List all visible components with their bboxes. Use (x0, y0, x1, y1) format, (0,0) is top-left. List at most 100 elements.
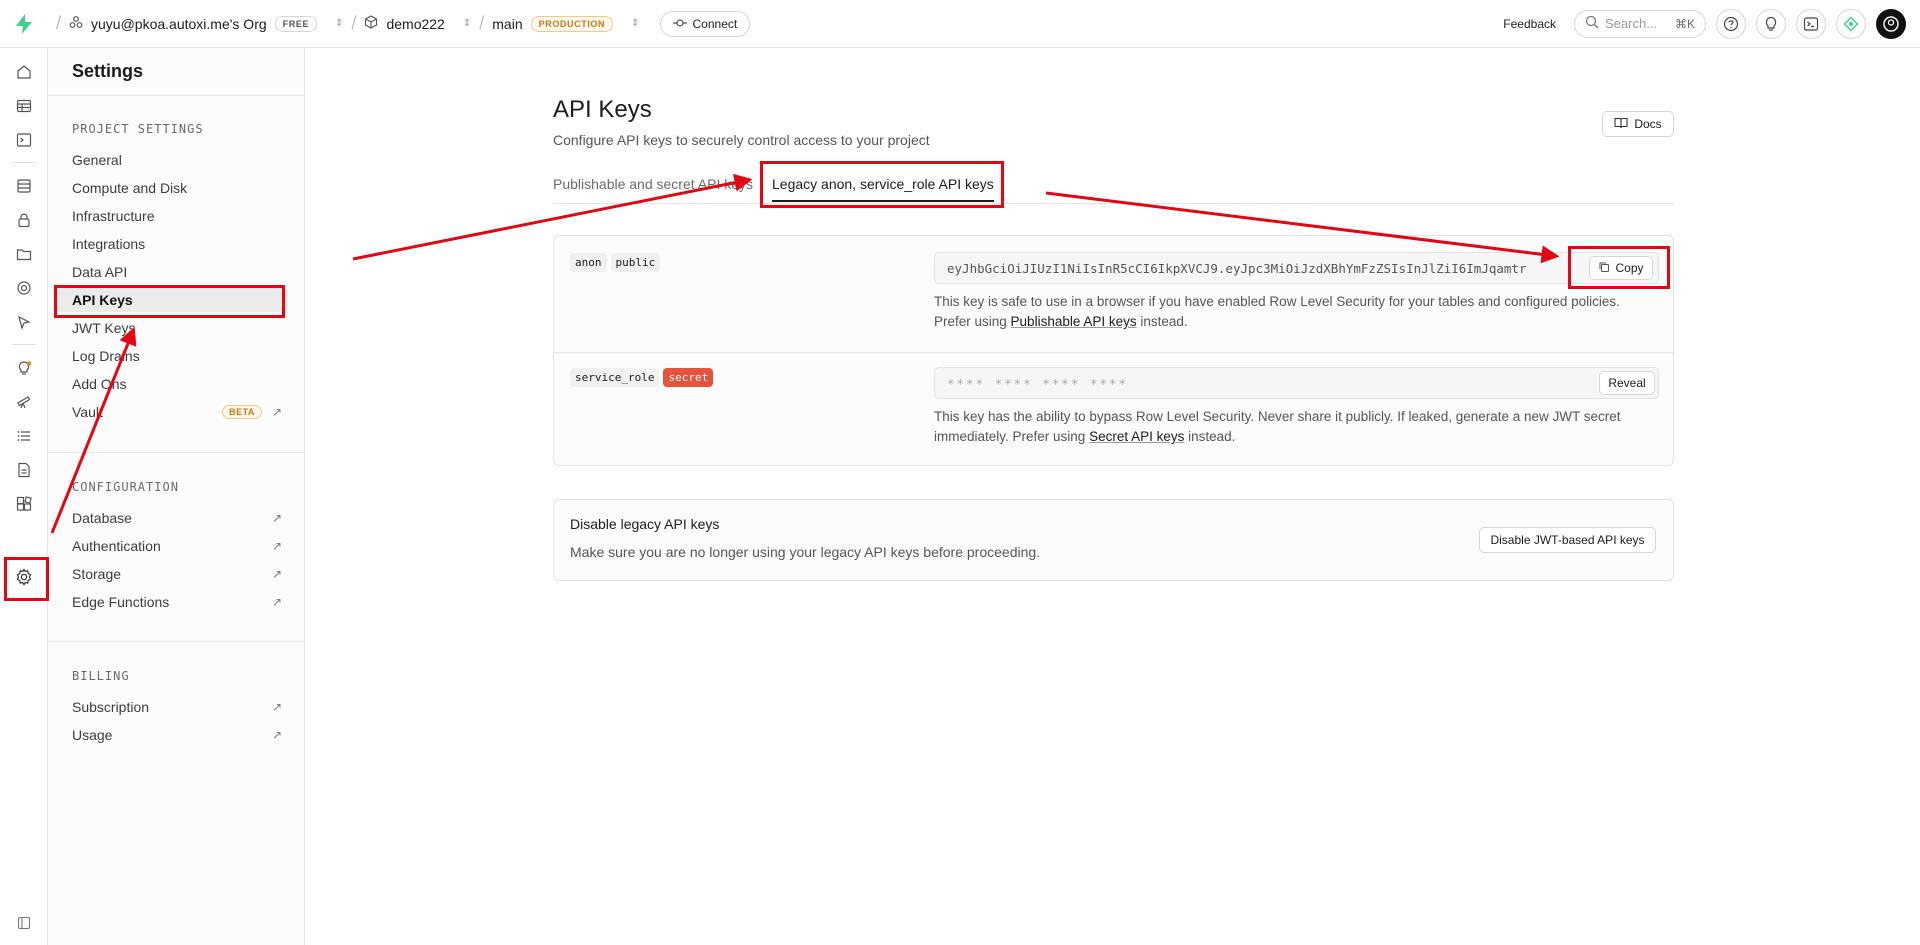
disable-legacy-card: Disable legacy API keys Make sure you ar… (553, 499, 1674, 581)
chevron-updown-icon[interactable]: ⇕ (335, 18, 343, 29)
service-role-key-field[interactable]: **** **** **** **** (934, 367, 1659, 399)
service-role-tag: service_role (570, 368, 660, 387)
api-keys-tabs: Publishable and secret API keys Legacy a… (553, 168, 1674, 204)
sidebar-item-data-api[interactable]: Data API (72, 260, 282, 284)
realtime-icon[interactable] (12, 276, 36, 300)
rail-divider (12, 162, 36, 163)
billing-heading: BILLING (72, 669, 130, 683)
docs-label: Docs (1634, 117, 1662, 131)
storage-icon[interactable] (12, 242, 36, 266)
auth-lock-icon[interactable] (12, 208, 36, 232)
sidebar-divider (48, 452, 305, 453)
breadcrumb-separator: / (351, 13, 357, 33)
branch-switcher[interactable]: main PRODUCTION ⇕ (492, 15, 640, 32)
project-settings-heading: PROJECT SETTINGS (72, 122, 204, 136)
icon-rail (0, 48, 48, 945)
card-divider (554, 352, 1673, 353)
sidebar-item-vault[interactable]: Vault BETA ↗ (72, 400, 282, 424)
feedback-button[interactable]: Feedback (1503, 17, 1556, 31)
org-switcher[interactable]: yuyu@pkoa.autoxi.me's Org FREE ⇕ (69, 15, 343, 32)
sidebar-item-jwt-keys[interactable]: JWT Keys (72, 316, 282, 340)
legacy-keys-card: anon public eyJhbGciOiJIUzI1NiIsInR5cCI6I… (553, 235, 1674, 466)
connect-button[interactable]: Connect (659, 10, 751, 37)
anon-key-field[interactable]: eyJhbGciOiJIUzI1NiIsInR5cCI6IkpXVCJ9.eyJ… (934, 252, 1659, 284)
sidebar-item-edge-functions[interactable]: Edge Functions ↗ (72, 590, 282, 614)
sidebar-item-label: Log Drains (72, 348, 140, 364)
branch-name: main (492, 15, 523, 32)
service-role-tags: service_role secret (570, 368, 717, 387)
chevron-updown-icon[interactable]: ⇕ (631, 18, 639, 29)
top-right-actions: Feedback Search... ⌘K (1503, 8, 1920, 39)
external-link-icon: ↗ (271, 405, 282, 419)
org-icon (69, 15, 83, 32)
api-docs-icon[interactable] (12, 458, 36, 482)
collapse-sidebar-icon[interactable] (12, 911, 36, 935)
service-role-help-suffix: instead. (1184, 429, 1236, 444)
disable-jwt-keys-button[interactable]: Disable JWT-based API keys (1479, 527, 1656, 553)
main-content: API Keys Configure API keys to securely … (306, 48, 1920, 945)
terminal-icon[interactable] (1796, 8, 1826, 39)
assistant-icon[interactable] (1836, 8, 1866, 39)
anon-help-suffix: instead. (1136, 314, 1188, 329)
sidebar-item-authentication[interactable]: Authentication ↗ (72, 534, 282, 558)
user-avatar[interactable] (1876, 8, 1906, 39)
reveal-button[interactable]: Reveal (1599, 371, 1655, 395)
database-icon[interactable] (12, 174, 36, 198)
tab-publishable-secret[interactable]: Publishable and secret API keys (553, 176, 753, 192)
disable-legacy-title: Disable legacy API keys (570, 516, 720, 532)
external-link-icon: ↗ (271, 728, 282, 742)
sidebar-item-integrations[interactable]: Integrations (72, 232, 282, 256)
beta-badge: BETA (222, 405, 262, 419)
supabase-logo-icon[interactable] (0, 0, 48, 48)
logs-list-icon[interactable] (12, 424, 36, 448)
sidebar-item-log-drains[interactable]: Log Drains (72, 344, 282, 368)
sidebar-item-subscription[interactable]: Subscription ↗ (72, 695, 282, 719)
cube-icon (364, 15, 378, 32)
sql-editor-icon[interactable] (12, 128, 36, 152)
lightbulb-icon[interactable] (1756, 8, 1786, 39)
org-name: yuyu@pkoa.autoxi.me's Org (91, 15, 267, 32)
secret-tag: secret (663, 368, 714, 387)
disable-legacy-subtitle: Make sure you are no longer using your l… (570, 544, 1041, 560)
observability-telescope-icon[interactable] (12, 390, 36, 414)
sidebar-item-infrastructure[interactable]: Infrastructure (72, 204, 282, 228)
advisors-lightbulb-icon[interactable] (12, 356, 36, 380)
table-editor-icon[interactable] (12, 94, 36, 118)
annotation-box-api-keys (54, 285, 285, 318)
docs-button[interactable]: Docs (1602, 111, 1674, 137)
sidebar-item-storage[interactable]: Storage ↗ (72, 562, 282, 586)
project-name: demo222 (386, 15, 445, 32)
sidebar-item-label: Subscription (72, 699, 150, 715)
external-link-icon: ↗ (271, 700, 282, 714)
publishable-keys-link[interactable]: Publishable API keys (1011, 314, 1137, 329)
masked-key-value: **** **** **** **** (947, 375, 1128, 391)
sidebar-item-compute-and-disk[interactable]: Compute and Disk (72, 176, 282, 200)
sidebar-item-label: Database (72, 510, 132, 526)
sidebar-item-label: Edge Functions (72, 594, 170, 610)
annotation-box-settings (4, 557, 49, 601)
edge-functions-icon[interactable] (12, 310, 36, 334)
sidebar-item-label: Data API (72, 264, 128, 280)
sidebar-item-label: Vault (72, 404, 103, 420)
search-icon (1585, 15, 1599, 32)
project-switcher[interactable]: demo222 ⇕ (364, 15, 471, 32)
configuration-heading: CONFIGURATION (72, 480, 179, 494)
integrations-icon[interactable] (12, 492, 36, 516)
chevron-updown-icon[interactable]: ⇕ (463, 18, 471, 29)
sidebar-item-usage[interactable]: Usage ↗ (72, 723, 282, 747)
sidebar-item-add-ons[interactable]: Add Ons (72, 372, 282, 396)
plan-badge: FREE (274, 15, 318, 32)
sidebar-item-database[interactable]: Database ↗ (72, 506, 282, 530)
annotation-box-copy (1568, 246, 1670, 289)
help-icon[interactable] (1716, 8, 1746, 39)
sidebar-item-label: Storage (72, 566, 122, 582)
search-input[interactable]: Search... ⌘K (1574, 9, 1706, 38)
secret-keys-link[interactable]: Secret API keys (1089, 429, 1184, 444)
sidebar-item-label: General (72, 152, 122, 168)
public-tag: public (610, 253, 661, 272)
sidebar-item-general[interactable]: General (72, 148, 282, 172)
settings-sidebar: Settings PROJECT SETTINGS General Comput… (48, 48, 305, 945)
anon-tag: anon (570, 253, 607, 272)
breadcrumb-separator: / (479, 13, 485, 33)
home-icon[interactable] (12, 60, 36, 84)
